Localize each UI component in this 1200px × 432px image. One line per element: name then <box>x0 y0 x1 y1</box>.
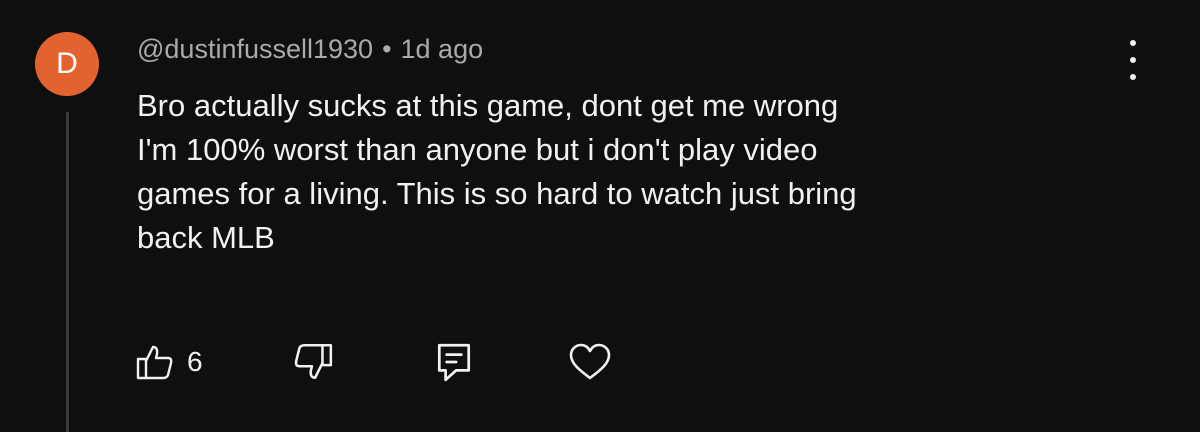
username-link[interactable]: @dustinfussell1930 <box>137 34 373 64</box>
comment-text: Bro actually sucks at this game, dont ge… <box>137 84 1097 260</box>
like-count: 6 <box>187 346 203 377</box>
timestamp[interactable]: 1d ago <box>401 34 484 64</box>
more-vert-icon-dot <box>1130 57 1136 63</box>
heart-icon <box>569 343 611 380</box>
more-options-button[interactable] <box>1120 40 1146 80</box>
comment-text-line: back MLB <box>137 220 275 255</box>
comment-header: @dustinfussell1930 • 1d ago <box>137 29 483 69</box>
reply-button[interactable] <box>435 340 473 384</box>
avatar-letter: D <box>56 47 78 80</box>
comment-text-line: I'm 100% worst than anyone but i don't p… <box>137 132 818 167</box>
thread-line <box>66 112 69 432</box>
avatar[interactable]: D <box>35 32 99 96</box>
reply-icon <box>437 343 471 382</box>
comment-text-line: Bro actually sucks at this game, dont ge… <box>137 88 839 123</box>
thumbs-down-icon <box>294 343 333 380</box>
comment-text-line: games for a living. This is so hard to w… <box>137 176 857 211</box>
thumbs-up-icon <box>136 345 173 380</box>
comment-actions: 6 <box>135 340 655 384</box>
like-button[interactable]: 6 <box>135 340 203 384</box>
more-vert-icon-dot <box>1130 74 1136 80</box>
more-vert-icon <box>1130 40 1136 46</box>
heart-button[interactable] <box>568 340 612 384</box>
dislike-button[interactable] <box>292 340 334 384</box>
separator-dot: • <box>382 34 392 64</box>
